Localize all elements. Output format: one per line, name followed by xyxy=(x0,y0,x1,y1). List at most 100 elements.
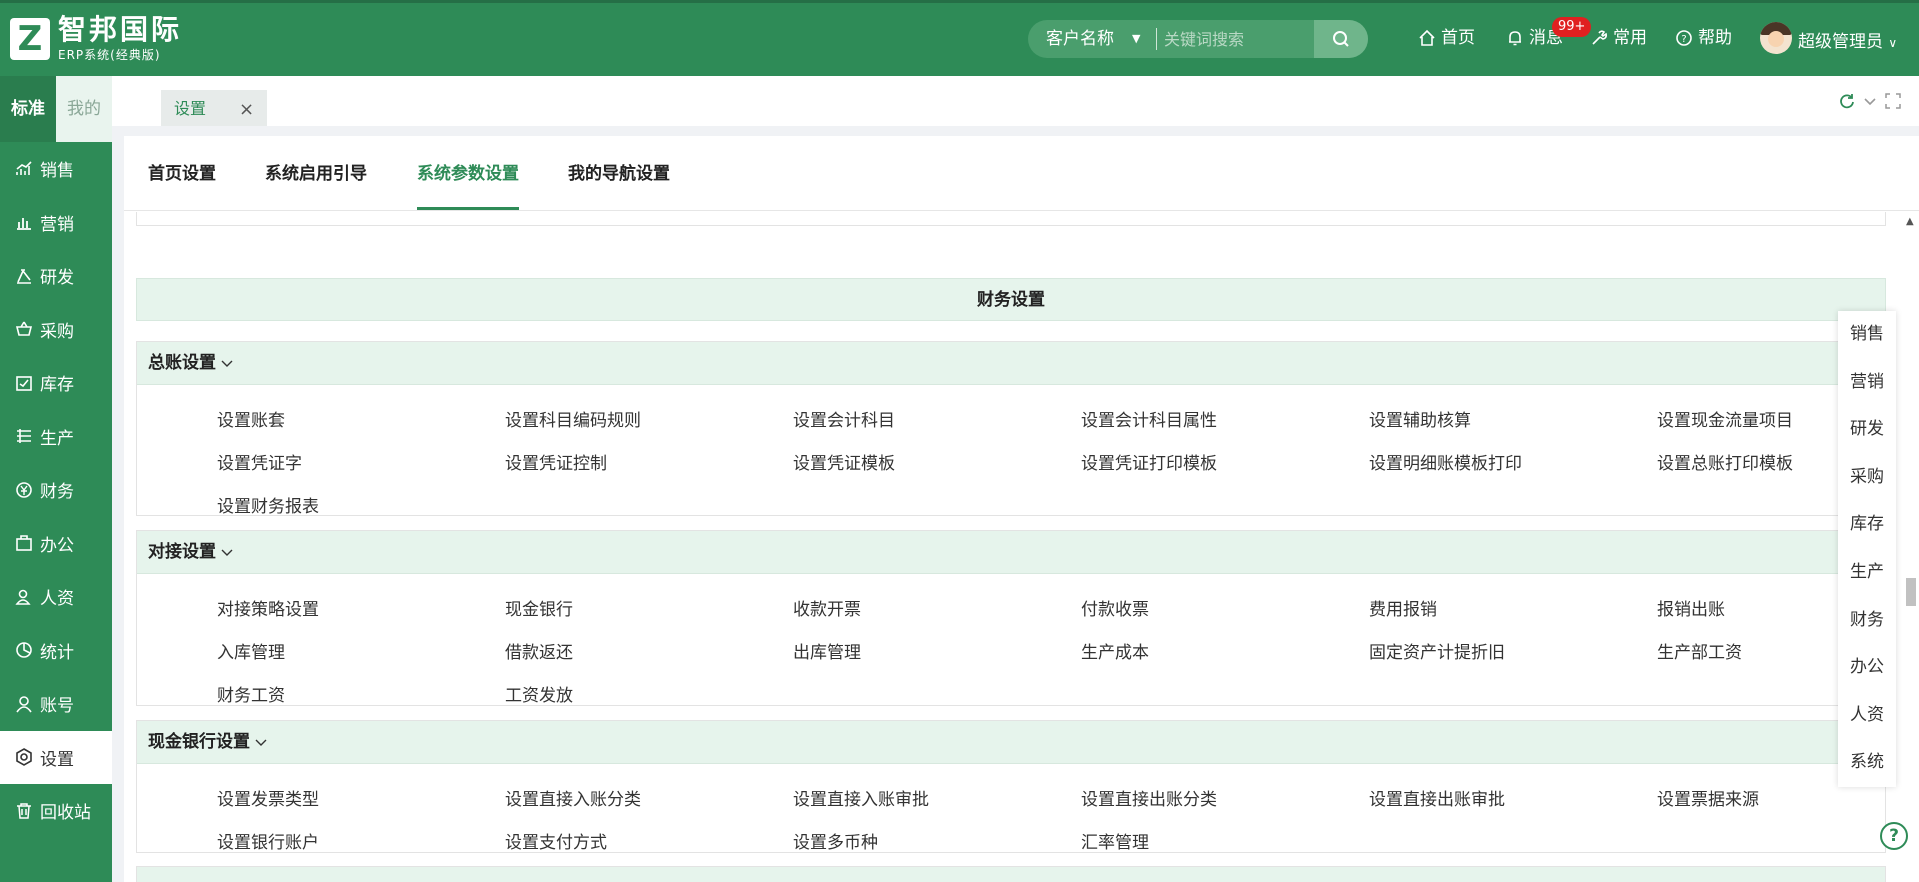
close-icon[interactable]: × xyxy=(239,90,254,130)
sidebar-item-label: 回收站 xyxy=(40,803,91,824)
settings-link[interactable]: 设置科目编码规则 xyxy=(505,406,641,431)
content-scrollbar[interactable]: ▲ xyxy=(1903,212,1919,882)
settings-link[interactable]: 工资发放 xyxy=(505,681,573,706)
settings-link[interactable]: 设置直接入账审批 xyxy=(793,785,929,810)
settings-subtabs: 首页设置 系统启用引导 系统参数设置 我的导航设置 xyxy=(124,136,1919,211)
settings-link[interactable]: 设置会计科目 xyxy=(793,406,895,431)
settings-link[interactable]: 报销出账 xyxy=(1657,595,1725,620)
settings-link[interactable]: 设置支付方式 xyxy=(505,828,607,853)
page-tab-settings[interactable]: 设置 × xyxy=(161,90,267,126)
group-next-partial xyxy=(136,866,1886,882)
settings-link[interactable]: 设置辅助核算 xyxy=(1369,406,1471,431)
search-button[interactable] xyxy=(1314,20,1368,58)
float-nav-item[interactable]: 营销 xyxy=(1838,359,1896,407)
settings-link[interactable]: 设置直接出账分类 xyxy=(1081,785,1217,810)
float-nav-item[interactable]: 办公 xyxy=(1838,644,1896,692)
sidebar-tab-standard[interactable]: 标准 xyxy=(0,76,56,142)
settings-link[interactable]: 设置发票类型 xyxy=(217,785,319,810)
nav-help[interactable]: ? 帮助 xyxy=(1675,0,1732,76)
float-nav-item[interactable]: 研发 xyxy=(1838,406,1896,454)
settings-link[interactable]: 付款收票 xyxy=(1081,595,1149,620)
search-field-select[interactable]: 客户名称 xyxy=(1046,20,1114,58)
brand-logo[interactable]: Z xyxy=(10,18,50,60)
sidebar-item-yen[interactable]: 财务 xyxy=(0,463,112,517)
nav-common[interactable]: 常用 xyxy=(1590,0,1647,76)
settings-link[interactable]: 借款返还 xyxy=(505,638,573,663)
tab-system-guide[interactable]: 系统启用引导 xyxy=(265,136,367,211)
settings-link[interactable]: 设置账套 xyxy=(217,406,285,431)
user-icon xyxy=(16,695,32,713)
nav-home[interactable]: 首页 xyxy=(1418,0,1475,76)
float-nav-item[interactable]: 人资 xyxy=(1838,692,1896,740)
briefcase-icon xyxy=(16,535,32,552)
group-header[interactable]: 总账设置 xyxy=(137,342,1885,385)
settings-link[interactable]: 费用报销 xyxy=(1369,595,1437,620)
bell-icon xyxy=(1509,31,1521,46)
float-nav-item[interactable]: 系统 xyxy=(1838,739,1896,787)
sidebar-item-sales-chart[interactable]: 销售 xyxy=(0,142,112,196)
group-header[interactable]: 对接设置 xyxy=(137,531,1885,574)
settings-link[interactable]: 生产部工资 xyxy=(1657,638,1742,663)
float-nav-item[interactable]: 采购 xyxy=(1838,454,1896,502)
settings-link[interactable]: 设置凭证打印模板 xyxy=(1081,449,1217,474)
settings-link[interactable]: 设置直接出账审批 xyxy=(1369,785,1505,810)
settings-link[interactable]: 现金银行 xyxy=(505,595,573,620)
settings-link[interactable]: 设置银行账户 xyxy=(217,828,319,853)
float-nav-item[interactable]: 财务 xyxy=(1838,597,1896,645)
settings-link[interactable]: 设置财务报表 xyxy=(217,492,319,517)
tab-system-params[interactable]: 系统参数设置 xyxy=(417,136,519,211)
caret-down-icon[interactable]: ▼ xyxy=(1132,20,1140,58)
tab-home-settings[interactable]: 首页设置 xyxy=(148,136,216,211)
scroll-up-icon[interactable]: ▲ xyxy=(1906,216,1914,227)
float-nav-item[interactable]: 销售 xyxy=(1838,311,1896,359)
refresh-icon[interactable] xyxy=(1838,92,1856,110)
settings-link[interactable]: 入库管理 xyxy=(217,638,285,663)
search-input[interactable] xyxy=(1162,24,1332,54)
group-header[interactable]: 现金银行设置 xyxy=(137,721,1885,764)
chevron-down-icon xyxy=(221,549,233,556)
sidebar-item-pie-chart[interactable]: 统计 xyxy=(0,624,112,678)
sidebar-item-label: 采购 xyxy=(40,321,74,342)
sidebar-tab-mine[interactable]: 我的 xyxy=(56,76,112,142)
avatar[interactable] xyxy=(1760,22,1792,54)
sidebar-item-flask[interactable]: 研发 xyxy=(0,249,112,303)
chevron-down-icon[interactable] xyxy=(1863,92,1877,110)
settings-link[interactable]: 设置凭证字 xyxy=(217,449,302,474)
tab-my-nav-settings[interactable]: 我的导航设置 xyxy=(568,136,670,211)
settings-link[interactable]: 设置多币种 xyxy=(793,828,878,853)
fullscreen-icon[interactable] xyxy=(1885,92,1901,110)
settings-link[interactable]: 收款开票 xyxy=(793,595,861,620)
settings-link[interactable]: 设置总账打印模板 xyxy=(1657,449,1793,474)
sidebar-item-production[interactable]: 生产 xyxy=(0,410,112,464)
settings-link[interactable]: 设置会计科目属性 xyxy=(1081,406,1217,431)
page-tab-bar: 设置 × xyxy=(112,76,1919,126)
sidebar-item-settings[interactable]: 设置 xyxy=(0,730,112,784)
settings-link[interactable]: 财务工资 xyxy=(217,681,285,706)
settings-link[interactable]: 设置凭证模板 xyxy=(793,449,895,474)
sidebar-item-trash[interactable]: 回收站 xyxy=(0,784,112,838)
settings-link[interactable]: 生产成本 xyxy=(1081,638,1149,663)
settings-link[interactable]: 汇率管理 xyxy=(1081,828,1149,853)
settings-link[interactable]: 出库管理 xyxy=(793,638,861,663)
settings-link[interactable]: 设置现金流量项目 xyxy=(1657,406,1793,431)
settings-link[interactable]: 设置明细账模板打印 xyxy=(1369,449,1522,474)
sidebar-item-user[interactable]: 账号 xyxy=(0,677,112,731)
help-float-button[interactable]: ? xyxy=(1880,822,1908,850)
trash-icon xyxy=(17,803,31,819)
settings-link[interactable]: 设置直接入账分类 xyxy=(505,785,641,810)
sidebar-item-person[interactable]: 人资 xyxy=(0,570,112,624)
sidebar-item-bar-chart[interactable]: 营销 xyxy=(0,196,112,250)
sidebar-item-briefcase[interactable]: 办公 xyxy=(0,517,112,571)
settings-link[interactable]: 对接策略设置 xyxy=(217,595,319,620)
scroll-thumb[interactable] xyxy=(1906,578,1916,606)
user-menu[interactable]: 超级管理员 ∨ xyxy=(1798,0,1897,85)
svg-text:?: ? xyxy=(1681,34,1686,45)
sidebar-item-inventory[interactable]: 库存 xyxy=(0,356,112,410)
settings-link[interactable]: 设置凭证控制 xyxy=(505,449,607,474)
settings-link[interactable]: 固定资产计提折旧 xyxy=(1369,638,1505,663)
nav-messages[interactable]: 消息 xyxy=(1506,0,1563,76)
float-nav-item[interactable]: 生产 xyxy=(1838,549,1896,597)
float-nav-item[interactable]: 库存 xyxy=(1838,501,1896,549)
settings-link[interactable]: 设置票据来源 xyxy=(1657,785,1759,810)
sidebar-item-basket[interactable]: 采购 xyxy=(0,303,112,357)
